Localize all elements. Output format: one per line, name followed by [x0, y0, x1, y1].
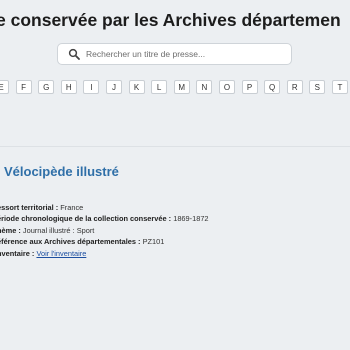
detail-row-period: ériode chronologique de la collection co… — [0, 213, 209, 224]
detail-row-reference: éférence aux Archives départementales : … — [0, 236, 209, 247]
letter-button-f[interactable]: F — [15, 80, 32, 94]
record-details: essort territorial : France ériode chron… — [0, 202, 209, 259]
letter-button-m[interactable]: M — [173, 80, 190, 94]
detail-row-inventory: nventaire : Voir l'inventaire — [0, 248, 209, 259]
detail-label: éférence aux Archives départementales : — [0, 237, 141, 247]
detail-row-territory: essort territorial : France — [0, 202, 209, 213]
search-icon — [68, 48, 80, 60]
search-input[interactable] — [86, 49, 276, 59]
letter-button-p[interactable]: P — [241, 80, 258, 94]
detail-row-theme: hème : Journal illustré : Sport — [0, 225, 209, 236]
alphabet-nav: E F G H I J K L M N O P Q R S T — [0, 80, 350, 94]
detail-value: 1869-1872 — [173, 214, 209, 224]
letter-button-r[interactable]: R — [286, 80, 303, 94]
detail-label: ériode chronologique de la collection co… — [0, 214, 172, 224]
section-divider — [0, 146, 350, 147]
detail-value: PZ101 — [142, 237, 165, 247]
detail-label: essort territorial : — [0, 203, 59, 212]
letter-button-l[interactable]: L — [151, 80, 168, 94]
letter-button-j[interactable]: J — [105, 80, 122, 94]
letter-button-e[interactable]: E — [0, 80, 9, 94]
page-title: e conservée par les Archives départemen — [0, 10, 341, 30]
letter-button-k[interactable]: K — [128, 80, 145, 94]
letter-button-o[interactable]: O — [218, 80, 235, 94]
letter-button-t[interactable]: T — [331, 80, 348, 94]
letter-button-s[interactable]: S — [309, 80, 326, 94]
detail-label: hème : — [0, 225, 21, 235]
letter-button-n[interactable]: N — [196, 80, 213, 94]
record-title[interactable]: Vélocipède illustré — [4, 164, 119, 179]
search-box[interactable] — [57, 43, 292, 65]
letter-button-g[interactable]: G — [38, 80, 55, 94]
letter-button-i[interactable]: I — [83, 80, 100, 94]
letter-button-q[interactable]: Q — [264, 80, 281, 94]
detail-value: France — [60, 203, 84, 212]
inventory-link[interactable]: Voir l'inventaire — [36, 249, 86, 258]
detail-value: Journal illustré : Sport — [22, 225, 95, 235]
detail-label: nventaire : — [0, 248, 35, 258]
letter-button-h[interactable]: H — [60, 80, 77, 94]
